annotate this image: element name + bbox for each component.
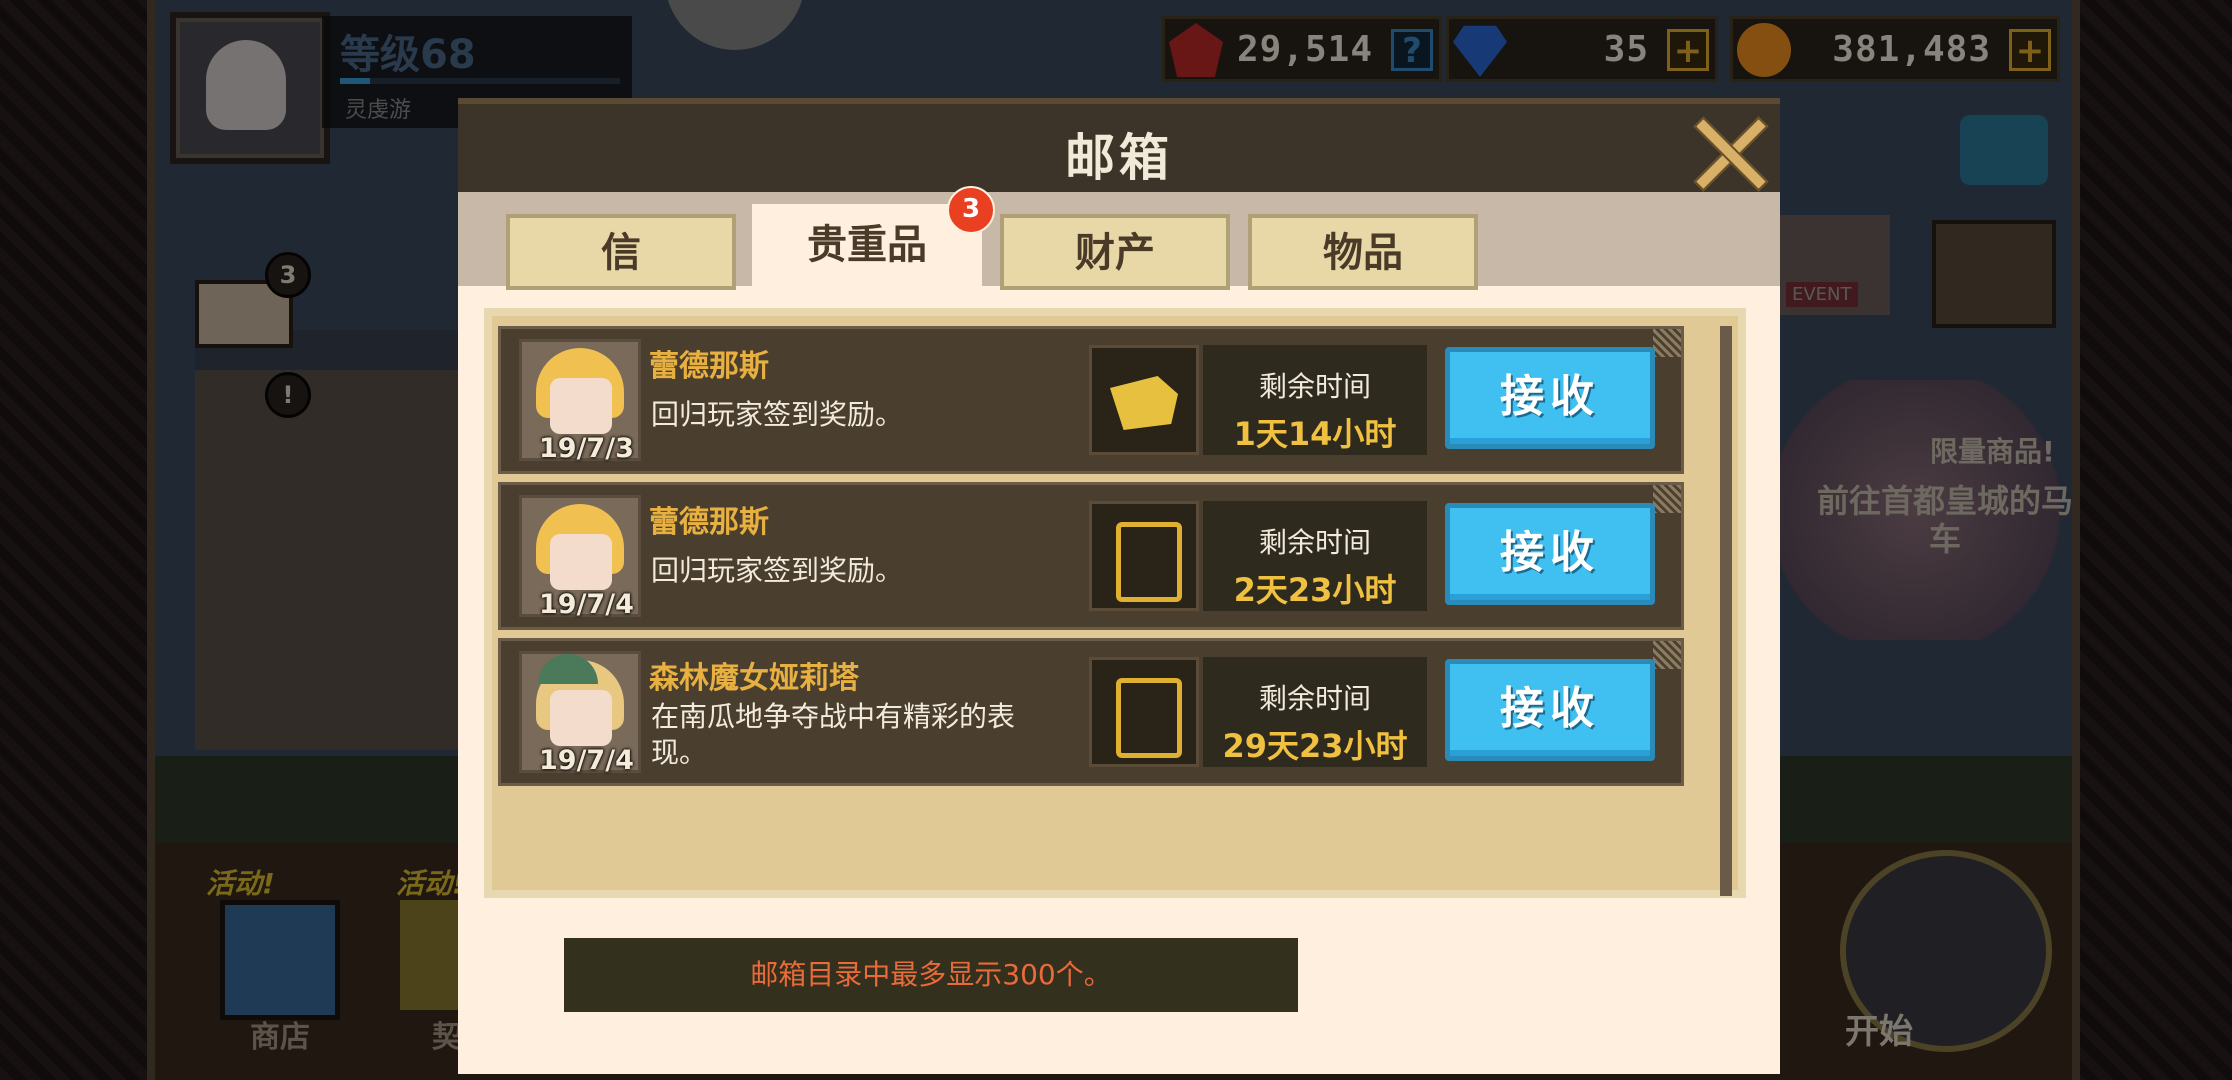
avatar-hat bbox=[538, 654, 598, 684]
receive-button[interactable]: 接收 bbox=[1445, 503, 1655, 605]
mail-list[interactable]: 19/7/3 蕾德那斯 回归玩家签到奖励。 剩余时间 1天14小时 接收 19/… bbox=[484, 308, 1746, 898]
time-remaining-box: 剩余时间 29天23小时 bbox=[1203, 657, 1427, 767]
mail-message: 回归玩家签到奖励。 bbox=[651, 398, 904, 431]
reward-graphic bbox=[1116, 522, 1182, 602]
close-icon[interactable] bbox=[1690, 114, 1766, 190]
tab-letters[interactable]: 信 bbox=[506, 214, 736, 290]
dialog-header: 邮箱 bbox=[458, 98, 1780, 192]
scroll-icon bbox=[1089, 345, 1199, 455]
receive-button[interactable]: 接收 bbox=[1445, 659, 1655, 761]
mail-row: 19/7/4 蕾德那斯 回归玩家签到奖励。 剩余时间 2天23小时 接收 bbox=[498, 482, 1684, 630]
mail-date: 19/7/4 bbox=[539, 589, 634, 620]
tab-valuables-badge: 3 bbox=[947, 186, 995, 234]
time-value: 2天23小时 bbox=[1233, 571, 1397, 609]
time-label: 剩余时间 bbox=[1258, 526, 1371, 559]
dialog-title: 邮箱 bbox=[1065, 129, 1173, 187]
avatar-face bbox=[550, 534, 612, 590]
time-value: 29天23小时 bbox=[1222, 727, 1408, 765]
mailbox-limit-notice: 邮箱目录中最多显示300个。 bbox=[564, 938, 1298, 1012]
receive-button[interactable]: 接收 bbox=[1445, 347, 1655, 449]
time-remaining-box: 剩余时间 1天14小时 bbox=[1203, 345, 1427, 455]
tab-items[interactable]: 物品 bbox=[1248, 214, 1478, 290]
reward-graphic bbox=[1116, 678, 1182, 758]
mail-message: 回归玩家签到奖励。 bbox=[651, 554, 904, 587]
mail-sender: 森林魔女娅莉塔 bbox=[649, 661, 859, 696]
mail-row: 19/7/3 蕾德那斯 回归玩家签到奖励。 剩余时间 1天14小时 接收 bbox=[498, 326, 1684, 474]
reward-graphic bbox=[1110, 376, 1178, 430]
tab-assets[interactable]: 财产 bbox=[1000, 214, 1230, 290]
card-icon bbox=[1089, 657, 1199, 767]
mail-sender: 蕾德那斯 bbox=[649, 505, 769, 540]
mail-message: 在南瓜地争夺战中有精彩的表现。 bbox=[651, 700, 1016, 769]
time-label: 剩余时间 bbox=[1258, 370, 1371, 403]
time-remaining-box: 剩余时间 2天23小时 bbox=[1203, 501, 1427, 611]
time-label: 剩余时间 bbox=[1258, 682, 1371, 715]
avatar-face bbox=[550, 378, 612, 434]
avatar-face bbox=[550, 690, 612, 746]
mailbox-dialog: 邮箱 信 贵重品 财产 物品 19/7/3 蕾德那斯 回归玩家签到奖励。 剩余时… bbox=[458, 98, 1780, 1074]
mail-date: 19/7/3 bbox=[539, 433, 634, 464]
time-value: 1天14小时 bbox=[1233, 415, 1397, 453]
card-icon bbox=[1089, 501, 1199, 611]
scrollbar[interactable] bbox=[1720, 326, 1732, 896]
mail-row: 19/7/4 森林魔女娅莉塔 在南瓜地争夺战中有精彩的表现。 剩余时间 29天2… bbox=[498, 638, 1684, 786]
mail-date: 19/7/4 bbox=[539, 745, 634, 776]
mail-sender: 蕾德那斯 bbox=[649, 349, 769, 384]
